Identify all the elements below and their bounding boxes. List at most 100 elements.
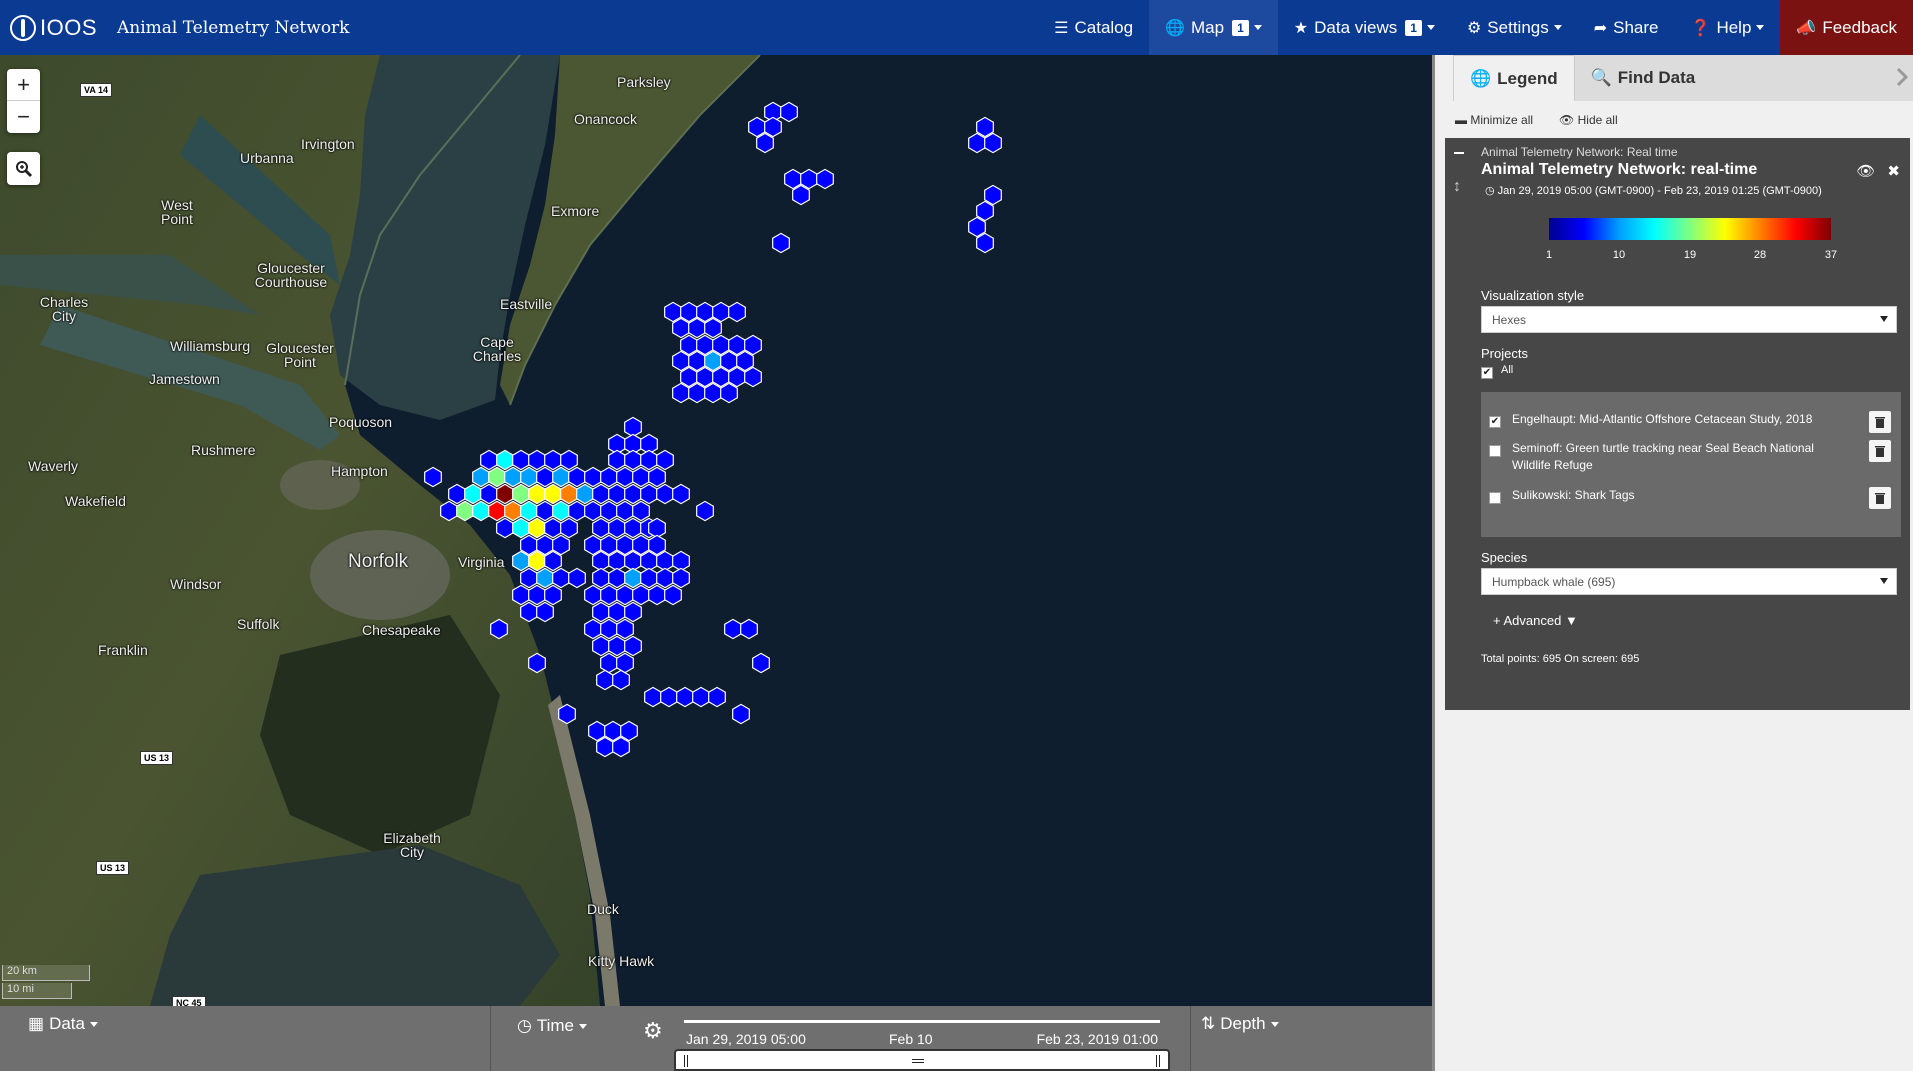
hex-cell[interactable] bbox=[568, 500, 586, 522]
hex-cell[interactable] bbox=[544, 517, 562, 539]
timeline-settings-icon[interactable]: ⚙ bbox=[643, 1018, 663, 1044]
hex-cell[interactable] bbox=[608, 635, 626, 657]
depth-dropdown[interactable]: ⇅ Depth bbox=[1201, 1014, 1279, 1034]
hex-cell[interactable] bbox=[976, 232, 994, 254]
collapse-panel-icon[interactable] bbox=[1896, 67, 1908, 87]
close-icon[interactable]: ✖ bbox=[1887, 162, 1900, 180]
hex-cell[interactable] bbox=[448, 483, 466, 505]
hex-cell[interactable] bbox=[592, 483, 610, 505]
hex-cell[interactable] bbox=[552, 534, 570, 556]
hex-cell[interactable] bbox=[968, 216, 986, 238]
hex-cell[interactable] bbox=[536, 500, 554, 522]
hex-cell[interactable] bbox=[764, 116, 782, 138]
nav-map[interactable]: 🌐 Map 1 bbox=[1149, 0, 1278, 55]
hex-cell[interactable] bbox=[584, 500, 602, 522]
hex-cell[interactable] bbox=[672, 317, 690, 339]
project-checkbox[interactable] bbox=[1489, 492, 1501, 504]
hex-cell[interactable] bbox=[624, 483, 642, 505]
project-checkbox[interactable] bbox=[1489, 445, 1501, 457]
hex-cell[interactable] bbox=[696, 334, 714, 356]
hex-cell[interactable] bbox=[784, 168, 802, 190]
hex-cell[interactable] bbox=[496, 517, 514, 539]
ioos-logo[interactable]: IOOS bbox=[10, 14, 97, 41]
nav-share[interactable]: ➦ Share bbox=[1578, 0, 1675, 55]
hex-cell[interactable] bbox=[600, 618, 618, 640]
hex-cell[interactable] bbox=[704, 382, 722, 404]
hex-cell[interactable] bbox=[676, 686, 694, 708]
hex-cell[interactable] bbox=[696, 500, 714, 522]
viz-style-select[interactable]: Hexes bbox=[1481, 306, 1897, 333]
hex-cell[interactable] bbox=[588, 720, 606, 742]
hex-cell[interactable] bbox=[440, 500, 458, 522]
hex-cell[interactable] bbox=[472, 466, 490, 488]
hex-cell[interactable] bbox=[616, 500, 634, 522]
nav-catalog[interactable]: ☰ Catalog bbox=[1038, 0, 1149, 55]
delete-project-button[interactable] bbox=[1869, 440, 1891, 462]
hex-cell[interactable] bbox=[472, 500, 490, 522]
hex-cell[interactable] bbox=[976, 116, 994, 138]
hex-cell[interactable] bbox=[736, 350, 754, 372]
hex-cell[interactable] bbox=[592, 635, 610, 657]
hex-cell[interactable] bbox=[528, 652, 546, 674]
hex-cell[interactable] bbox=[496, 483, 514, 505]
hex-cell[interactable] bbox=[648, 466, 666, 488]
hex-cell[interactable] bbox=[740, 618, 758, 640]
hex-cell[interactable] bbox=[608, 567, 626, 589]
hex-cell[interactable] bbox=[544, 550, 562, 572]
hex-cell[interactable] bbox=[536, 601, 554, 623]
hex-cell[interactable] bbox=[632, 534, 650, 556]
project-checkbox[interactable]: ✔ bbox=[1489, 416, 1501, 428]
hex-cell[interactable] bbox=[708, 686, 726, 708]
hex-cell[interactable] bbox=[504, 500, 522, 522]
hex-cell[interactable] bbox=[816, 168, 834, 190]
hexbin-layer[interactable] bbox=[0, 55, 1432, 1006]
hex-cell[interactable] bbox=[704, 317, 722, 339]
hex-cell[interactable] bbox=[752, 652, 770, 674]
hex-cell[interactable] bbox=[568, 567, 586, 589]
nav-help[interactable]: ❓ Help bbox=[1675, 0, 1781, 55]
hex-cell[interactable] bbox=[560, 483, 578, 505]
collapse-layer-icon[interactable] bbox=[1454, 152, 1464, 154]
timeline-range-handle[interactable] bbox=[674, 1049, 1170, 1071]
hex-cell[interactable] bbox=[584, 584, 602, 606]
hex-cell[interactable] bbox=[772, 232, 790, 254]
hex-cell[interactable] bbox=[624, 635, 642, 657]
hex-cell[interactable] bbox=[984, 184, 1002, 206]
hex-cell[interactable] bbox=[600, 500, 618, 522]
hex-cell[interactable] bbox=[616, 618, 634, 640]
hex-cell[interactable] bbox=[480, 483, 498, 505]
hex-cell[interactable] bbox=[624, 601, 642, 623]
hex-cell[interactable] bbox=[520, 534, 538, 556]
hex-cell[interactable] bbox=[490, 618, 508, 640]
hex-cell[interactable] bbox=[552, 567, 570, 589]
hex-cell[interactable] bbox=[724, 618, 742, 640]
hex-cell[interactable] bbox=[644, 686, 662, 708]
hex-cell[interactable] bbox=[544, 584, 562, 606]
hex-cell[interactable] bbox=[560, 449, 578, 471]
hex-cell[interactable] bbox=[608, 449, 626, 471]
zoom-in-button[interactable]: + bbox=[7, 69, 40, 101]
hex-cell[interactable] bbox=[520, 601, 538, 623]
hex-cell[interactable] bbox=[552, 500, 570, 522]
hex-cell[interactable] bbox=[528, 517, 546, 539]
hex-cell[interactable] bbox=[680, 366, 698, 388]
hex-cell[interactable] bbox=[520, 500, 538, 522]
nav-data-views[interactable]: ★ Data views 1 bbox=[1278, 0, 1451, 55]
hex-cell[interactable] bbox=[544, 449, 562, 471]
zoom-out-button[interactable]: − bbox=[7, 101, 40, 133]
all-projects-checkbox[interactable]: ✔ bbox=[1481, 367, 1493, 379]
hex-cell[interactable] bbox=[576, 483, 594, 505]
hex-cell[interactable] bbox=[792, 184, 810, 206]
hex-cell[interactable] bbox=[528, 584, 546, 606]
hex-cell[interactable] bbox=[728, 334, 746, 356]
hex-cell[interactable] bbox=[604, 720, 622, 742]
zoom-box-button[interactable] bbox=[7, 152, 40, 185]
tab-find-data[interactable]: 🔍 Find Data bbox=[1575, 55, 1712, 101]
hex-cell[interactable] bbox=[732, 703, 750, 725]
hex-cell[interactable] bbox=[656, 483, 674, 505]
hex-cell[interactable] bbox=[496, 449, 514, 471]
hex-cell[interactable] bbox=[536, 567, 554, 589]
hex-cell[interactable] bbox=[536, 466, 554, 488]
hex-cell[interactable] bbox=[616, 652, 634, 674]
hex-cell[interactable] bbox=[696, 301, 714, 323]
